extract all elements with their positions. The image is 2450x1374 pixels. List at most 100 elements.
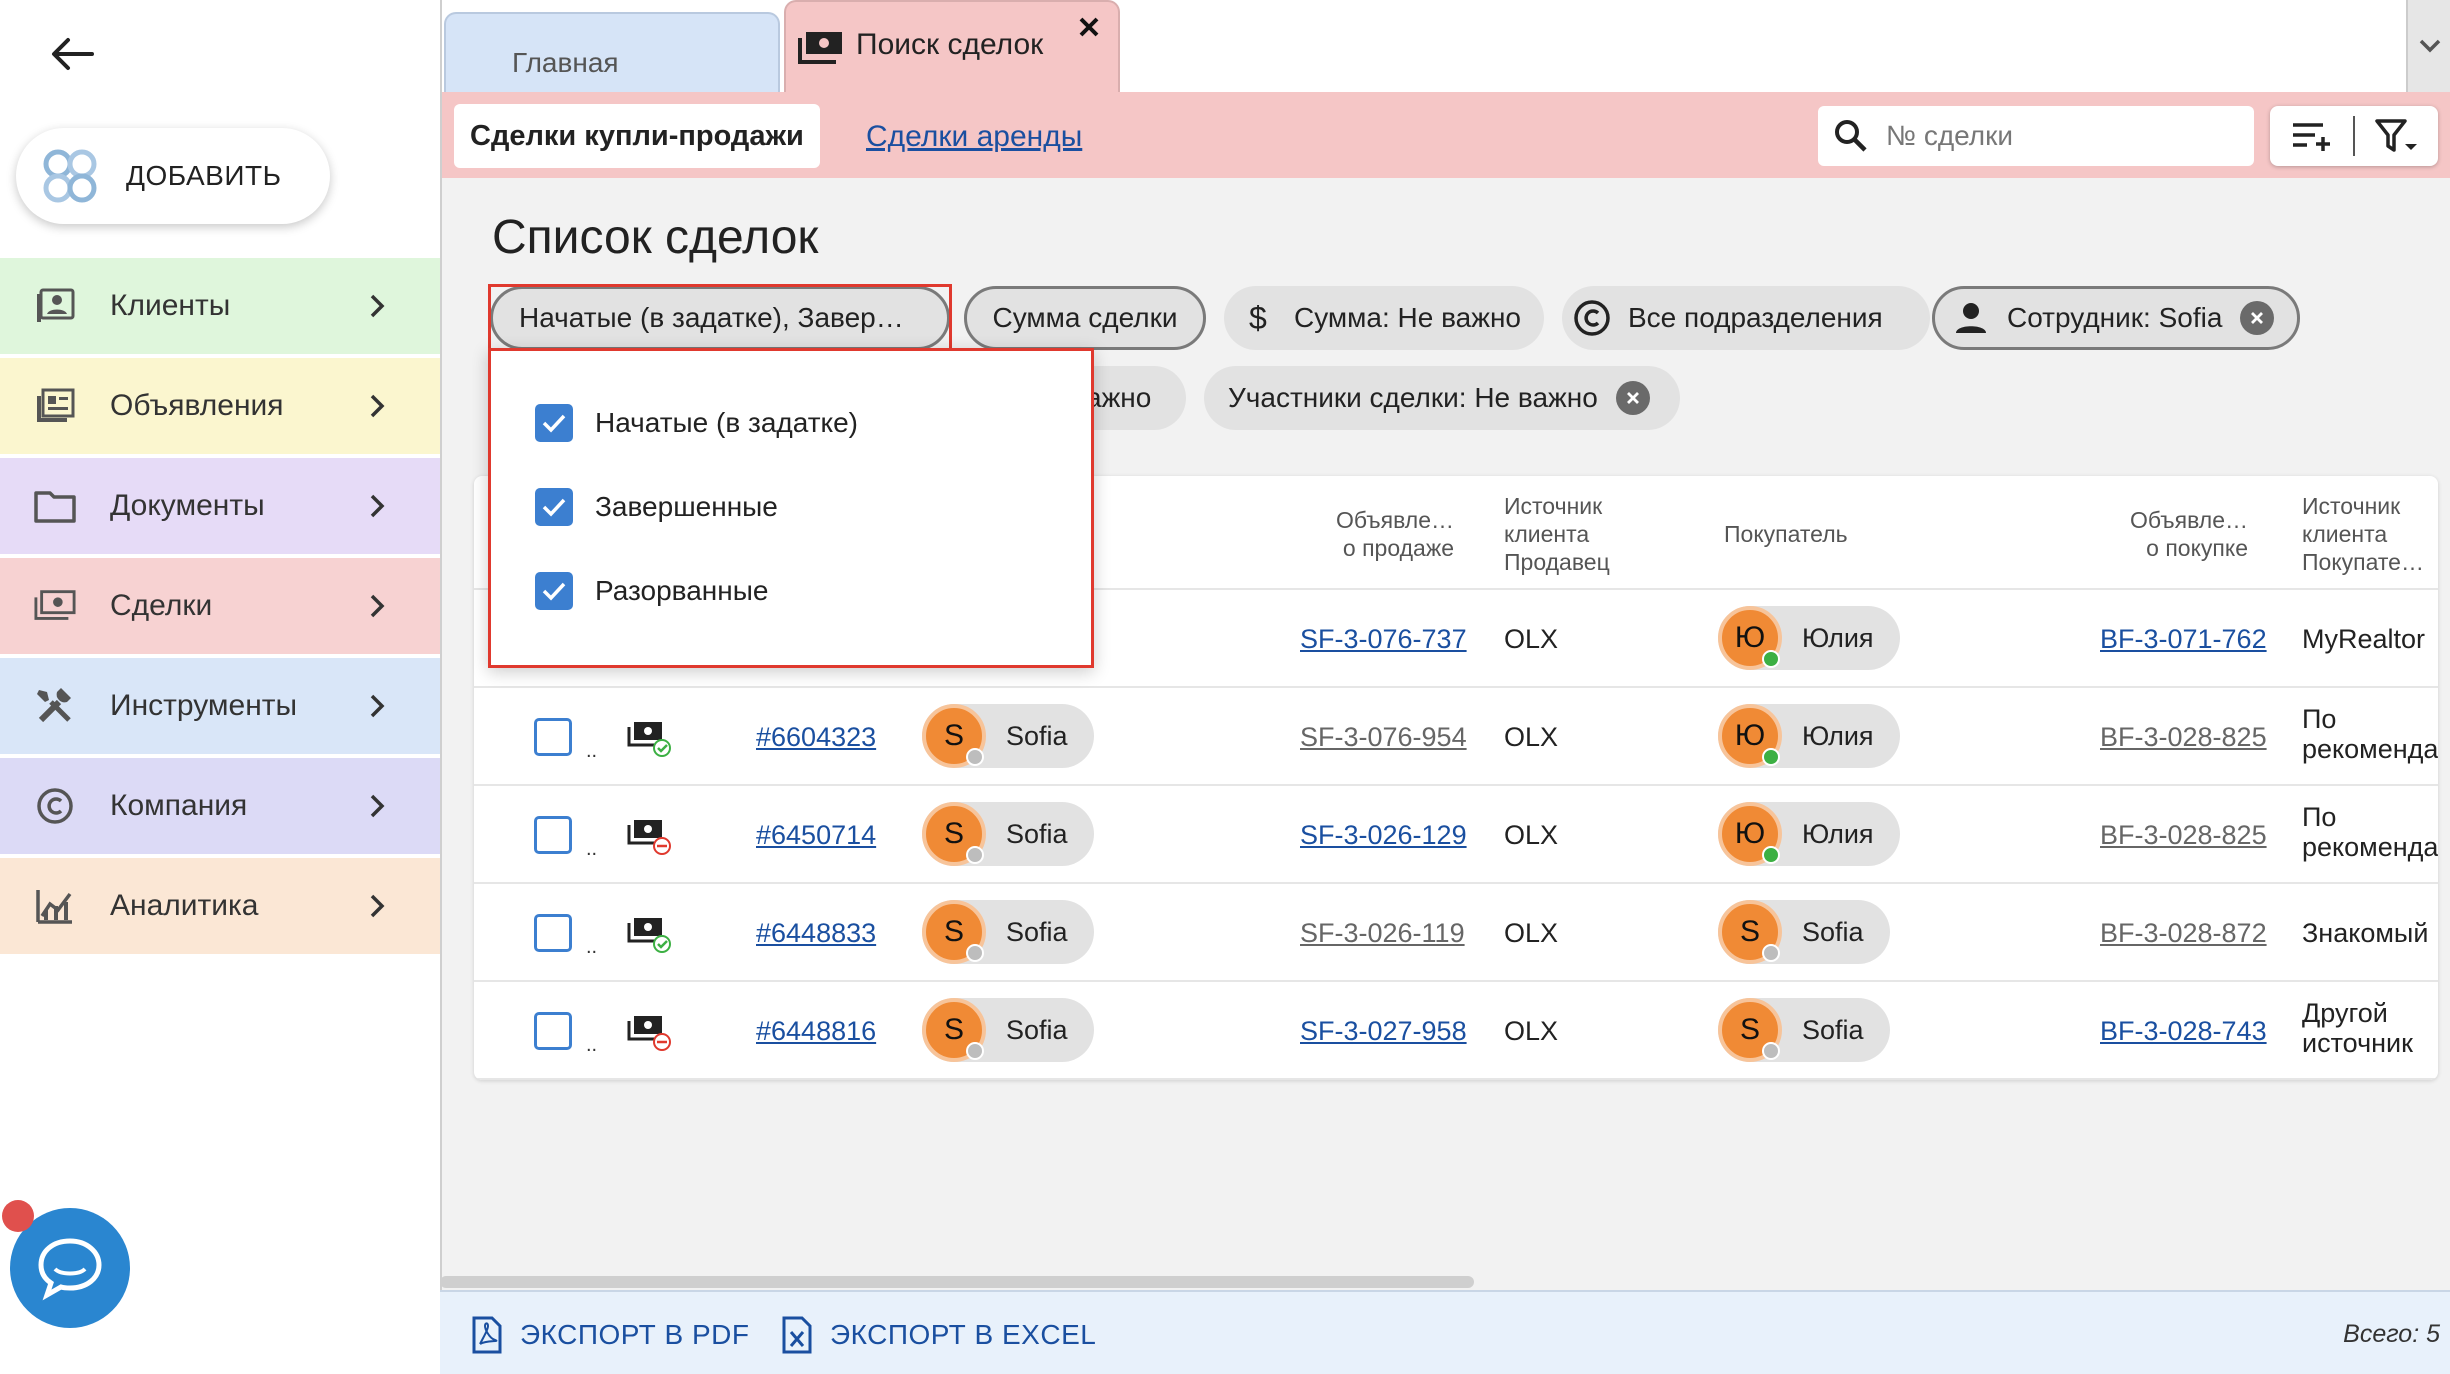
sum-filter-chip[interactable]: $ Сумма: Не важно bbox=[1224, 286, 1544, 350]
departments-chip[interactable]: Все подразделения bbox=[1562, 286, 1930, 350]
col-buyer[interactable]: Покупатель bbox=[1724, 520, 1848, 548]
row-checkbox[interactable] bbox=[534, 816, 572, 854]
table-row[interactable]: .. #6448833 S Sofia SF-3-026-119 OLX S S… bbox=[474, 884, 2438, 982]
row-checkbox[interactable] bbox=[534, 914, 572, 952]
row-menu[interactable]: .. bbox=[586, 838, 597, 861]
deal-number-search bbox=[1818, 106, 2254, 166]
sidebar-item-clients[interactable]: Клиенты bbox=[0, 258, 440, 354]
status-option-completed[interactable]: Завершенные bbox=[535, 487, 778, 527]
checkbox-checked-icon[interactable] bbox=[535, 404, 573, 442]
deal-id-link[interactable]: #6448833 bbox=[756, 918, 876, 949]
status-option-started[interactable]: Начатые (в задатке) bbox=[535, 403, 858, 443]
listing-buy-link[interactable]: BF-3-071-762 bbox=[2100, 624, 2267, 655]
buyer-chip[interactable]: S Sofia bbox=[1718, 900, 1890, 964]
listing-sale-link[interactable]: SF-3-076-954 bbox=[1300, 722, 1467, 753]
listing-sale-link[interactable]: SF-3-026-129 bbox=[1300, 820, 1467, 851]
deal-id-link[interactable]: #6604323 bbox=[756, 722, 876, 753]
buyer-chip[interactable]: Ю Юлия bbox=[1718, 606, 1900, 670]
tabs-overflow-button[interactable] bbox=[2406, 0, 2450, 92]
checkbox-checked-icon[interactable] bbox=[535, 488, 573, 526]
horizontal-scrollbar[interactable] bbox=[440, 1276, 1474, 1288]
money-icon bbox=[798, 27, 844, 67]
offline-status bbox=[966, 1042, 984, 1060]
add-filter-button[interactable] bbox=[2270, 106, 2353, 166]
tab-rent-deals[interactable]: Сделки аренды bbox=[866, 120, 1082, 154]
row-checkbox[interactable] bbox=[534, 1012, 572, 1050]
employee-chip[interactable]: Сотрудник: Sofia bbox=[1932, 286, 2300, 350]
add-logo-icon bbox=[43, 149, 97, 203]
remove-filter-icon[interactable] bbox=[1615, 381, 1650, 415]
add-button[interactable]: ДОБАВИТЬ bbox=[16, 128, 330, 224]
search-input[interactable] bbox=[1886, 120, 2246, 152]
checkbox-checked-icon[interactable] bbox=[535, 572, 573, 610]
employee-label: Сотрудник: Sofia bbox=[2007, 302, 2223, 333]
agent-chip[interactable]: S Sofia bbox=[922, 802, 1094, 866]
export-pdf-button[interactable]: ЭКСПОРТ В PDF bbox=[470, 1316, 750, 1354]
status-filter-chip[interactable]: Начатые (в задатке), Завер… bbox=[490, 286, 950, 350]
online-status bbox=[1762, 846, 1780, 864]
row-menu[interactable]: .. bbox=[586, 740, 597, 763]
listing-buy-link[interactable]: BF-3-028-825 bbox=[2100, 722, 2267, 753]
participants-chip[interactable]: Участники сделки: Не важно bbox=[1204, 366, 1680, 430]
listing-buy-link[interactable]: BF-3-028-872 bbox=[2100, 918, 2267, 949]
status-option-label: Разорванные bbox=[595, 575, 769, 606]
sidebar-item-deals[interactable]: Сделки bbox=[0, 558, 440, 654]
col-listing-sale[interactable]: Объявле… о продаже bbox=[1330, 506, 1454, 562]
deal-sum-chip[interactable]: Сумма сделки bbox=[964, 286, 1206, 350]
source-buyer-line: По bbox=[2302, 802, 2337, 832]
source-buyer: По рекомендац bbox=[2302, 802, 2438, 862]
row-menu[interactable]: .. bbox=[586, 1034, 597, 1057]
header-text: Покупате… bbox=[2302, 549, 2424, 575]
tab-sale-deals[interactable]: Сделки купли-продажи bbox=[454, 104, 820, 168]
source-buyer: Знакомый bbox=[2302, 918, 2429, 948]
tab-deal-search-label: Поиск сделок bbox=[856, 28, 1044, 61]
avatar-initial: Ю bbox=[1734, 621, 1766, 654]
filter-menu-button[interactable] bbox=[2355, 106, 2438, 166]
listings-icon bbox=[34, 385, 76, 427]
row-menu[interactable]: .. bbox=[586, 936, 597, 959]
deal-id-link[interactable]: #6450714 bbox=[756, 820, 876, 851]
table-row[interactable]: .. #6448816 S Sofia SF-3-027-958 OLX S S… bbox=[474, 982, 2438, 1080]
sidebar-item-tools[interactable]: Инструменты bbox=[0, 658, 440, 754]
listing-sale-link[interactable]: SF-3-076-737 bbox=[1300, 624, 1467, 655]
remove-filter-icon[interactable] bbox=[2240, 301, 2275, 335]
sidebar-item-documents[interactable]: Документы bbox=[0, 458, 440, 554]
col-source-buyer[interactable]: Источник клиента Покупате… bbox=[2302, 492, 2424, 576]
agent-chip[interactable]: SofiaS Sofia bbox=[922, 704, 1094, 768]
export-excel-button[interactable]: ЭКСПОРТ В EXCEL bbox=[780, 1316, 1096, 1354]
status-option-broken[interactable]: Разорванные bbox=[535, 571, 768, 611]
avatar: SofiaS bbox=[922, 704, 986, 768]
sidebar-item-company[interactable]: Компания bbox=[0, 758, 440, 854]
buyer-chip[interactable]: Ю Юлия bbox=[1718, 802, 1900, 866]
participants-label: Участники сделки: Не важно bbox=[1228, 382, 1598, 413]
avatar-initial: Ю bbox=[1734, 817, 1766, 850]
filter-button-group bbox=[2270, 106, 2438, 166]
back-button[interactable] bbox=[44, 26, 100, 82]
source-buyer-line: рекомендац bbox=[2302, 734, 2438, 764]
col-source-seller[interactable]: Источник клиента Продавец bbox=[1504, 492, 1610, 576]
source-seller: OLX bbox=[1504, 624, 1559, 654]
tab-deal-search[interactable]: Поиск сделок bbox=[784, 0, 1120, 92]
close-icon[interactable] bbox=[1074, 12, 1104, 42]
sidebar-item-listings[interactable]: Объявления bbox=[0, 358, 440, 454]
col-listing-buy[interactable]: Объявле… о покупке bbox=[2124, 506, 2248, 562]
listing-buy-link[interactable]: BF-3-028-743 bbox=[2100, 1016, 2267, 1047]
sidebar-item-analytics[interactable]: Аналитика bbox=[0, 858, 440, 954]
buyer-chip[interactable]: S Sofia bbox=[1718, 998, 1890, 1062]
listing-sale-link[interactable]: SF-3-026-119 bbox=[1300, 918, 1465, 949]
row-checkbox[interactable] bbox=[534, 718, 572, 756]
status-option-label: Завершенные bbox=[595, 491, 778, 522]
agent-chip[interactable]: S Sofia bbox=[922, 900, 1094, 964]
listing-sale-link[interactable]: SF-3-027-958 bbox=[1300, 1016, 1467, 1047]
deal-id-link[interactable]: #6448816 bbox=[756, 1016, 876, 1047]
sidebar-item-label: Сделки bbox=[110, 589, 213, 622]
tab-home[interactable]: Главная bbox=[444, 12, 780, 92]
export-pdf-label: ЭКСПОРТ В PDF bbox=[520, 1319, 750, 1350]
table-row[interactable]: .. #6450714 S Sofia SF-3-026-129 OLX Ю Ю… bbox=[474, 786, 2438, 884]
listing-buy-link[interactable]: BF-3-028-825 bbox=[2100, 820, 2267, 851]
header-text: Источник bbox=[2302, 493, 2401, 519]
table-row[interactable]: .. #6604323 SofiaS Sofia SF-3-076-954 OL… bbox=[474, 688, 2438, 786]
buyer-chip[interactable]: Ю Юлия bbox=[1718, 704, 1900, 768]
agent-chip[interactable]: S Sofia bbox=[922, 998, 1094, 1062]
chevron-right-icon bbox=[360, 388, 396, 424]
